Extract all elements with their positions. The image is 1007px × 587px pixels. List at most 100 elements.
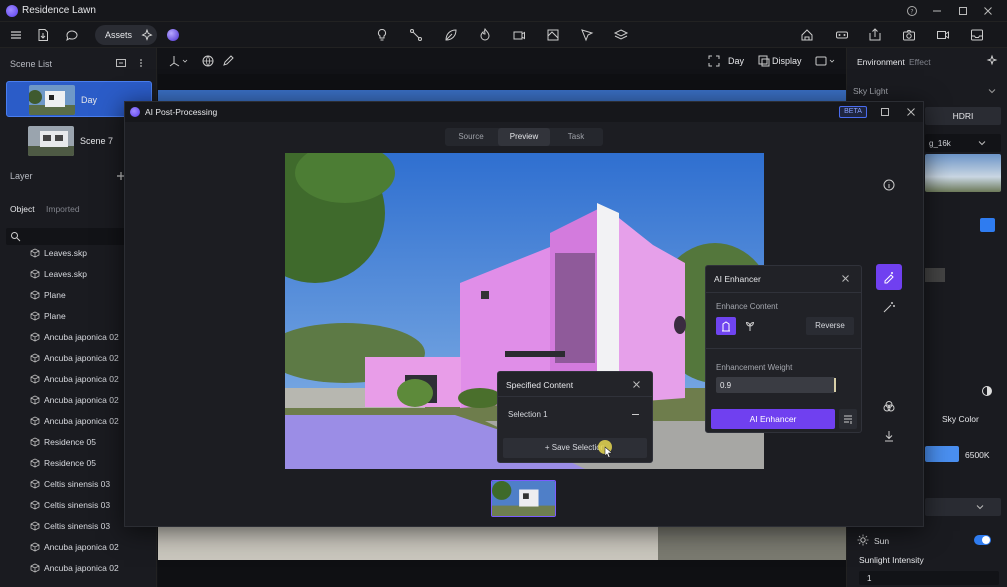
- reverse-button[interactable]: Reverse: [806, 317, 854, 335]
- camera-icon[interactable]: [901, 27, 917, 43]
- texture-icon[interactable]: [545, 27, 561, 43]
- dropdown-select[interactable]: [925, 498, 1001, 516]
- search-icon: [11, 232, 21, 242]
- layers-icon[interactable]: [613, 27, 629, 43]
- hdri-button[interactable]: HDRI: [925, 107, 1001, 125]
- contrast-icon[interactable]: [981, 385, 993, 397]
- chevron-down-icon[interactable]: [987, 86, 997, 96]
- enhancement-weight-slider[interactable]: 0.9: [716, 377, 838, 393]
- tab-environment[interactable]: Environment: [857, 57, 905, 67]
- cube-icon: [30, 479, 40, 489]
- flame-icon[interactable]: [477, 27, 493, 43]
- export-icon[interactable]: [867, 27, 883, 43]
- sun-icon: [857, 534, 869, 546]
- save-selection-button[interactable]: + Save Selection: [503, 438, 647, 458]
- ai-enhancer-tool[interactable]: [876, 264, 902, 290]
- ai-enhancer-button[interactable]: AI Enhancer: [711, 409, 835, 429]
- close-icon[interactable]: [631, 379, 642, 390]
- list-icon: [844, 415, 852, 424]
- sun-toggle[interactable]: [974, 535, 991, 545]
- chevron-down-icon[interactable]: [977, 138, 987, 148]
- cube-icon: [30, 332, 40, 342]
- display-icon[interactable]: [756, 53, 772, 69]
- cube-icon: [30, 374, 40, 384]
- tab-effect[interactable]: Effect: [909, 57, 931, 67]
- enhance-content-label: Enhance Content: [716, 302, 778, 311]
- cube-icon: [30, 290, 40, 300]
- day-label[interactable]: Day: [728, 56, 744, 66]
- globe-icon[interactable]: [200, 53, 216, 69]
- help-icon[interactable]: ?: [904, 3, 920, 19]
- camera-move-icon[interactable]: [511, 27, 527, 43]
- scene-label: Day: [81, 95, 98, 105]
- beta-badge: BETA: [839, 106, 867, 118]
- light-bulb-icon[interactable]: [374, 27, 390, 43]
- blend-icon[interactable]: [882, 400, 896, 414]
- tab-object[interactable]: Object: [10, 204, 35, 214]
- layer-label: Celtis sinensis 03: [44, 479, 111, 489]
- main-toolbar: Assets: [0, 22, 1007, 48]
- result-thumbnail[interactable]: [491, 480, 556, 517]
- assets-button[interactable]: Assets: [105, 30, 132, 40]
- sunlight-intensity-slider[interactable]: 1: [859, 571, 999, 585]
- sky-color-label: Sky Color: [942, 414, 979, 424]
- view-options-icon[interactable]: [814, 53, 836, 69]
- building-content-option[interactable]: [716, 317, 736, 335]
- slider-handle[interactable]: [834, 378, 836, 392]
- maximize-icon[interactable]: [955, 3, 971, 19]
- inbox-icon[interactable]: [969, 27, 985, 43]
- collapse-icon[interactable]: [630, 409, 641, 420]
- chevron-down-icon[interactable]: [975, 502, 985, 512]
- close-icon[interactable]: [905, 106, 917, 118]
- add-scene-icon[interactable]: [115, 57, 127, 69]
- sky-color-swatch[interactable]: [925, 446, 959, 462]
- cube-icon: [30, 542, 40, 552]
- frame-icon[interactable]: [706, 53, 722, 69]
- cube-icon: [30, 353, 40, 363]
- leaf-icon[interactable]: [443, 27, 459, 43]
- selection-item[interactable]: Selection 1: [508, 410, 548, 419]
- toggle-button[interactable]: [980, 218, 995, 232]
- tab-imported[interactable]: Imported: [46, 204, 80, 214]
- vr-headset-icon[interactable]: [834, 27, 850, 43]
- eyedropper-icon[interactable]: [220, 53, 236, 69]
- video-icon[interactable]: [935, 27, 951, 43]
- place-marker-icon[interactable]: [579, 27, 595, 43]
- layer-label: Plane: [44, 290, 66, 300]
- hdri-file-select[interactable]: g_16k: [925, 134, 1001, 152]
- import-file-icon[interactable]: [35, 27, 51, 43]
- enhancement-weight-label: Enhancement Weight: [716, 363, 793, 372]
- magic-pen-icon: [884, 272, 894, 284]
- maximize-icon[interactable]: [879, 106, 891, 118]
- layer-row[interactable]: Ancuba japonica 02: [0, 558, 157, 579]
- magic-wand-icon[interactable]: [882, 300, 896, 314]
- render-icon[interactable]: [799, 27, 815, 43]
- menu-icon[interactable]: [8, 27, 24, 43]
- layer-row[interactable]: Ancuba japonica 02: [0, 537, 157, 558]
- slider-track[interactable]: [925, 268, 945, 282]
- tab-preview[interactable]: Preview: [498, 128, 550, 146]
- divider: [498, 396, 652, 397]
- ai-sparkle-icon[interactable]: [139, 27, 155, 43]
- more-options-icon[interactable]: [136, 57, 146, 69]
- tab-source[interactable]: Source: [445, 128, 497, 146]
- plant-content-option[interactable]: [740, 317, 760, 335]
- close-icon[interactable]: [980, 3, 996, 19]
- layer-title: Layer: [10, 171, 33, 181]
- display-label[interactable]: Display: [772, 56, 802, 66]
- sun-label: Sun: [874, 536, 890, 546]
- tab-task[interactable]: Task: [550, 128, 602, 146]
- task-list-button[interactable]: [839, 409, 857, 429]
- comment-icon[interactable]: [64, 27, 80, 43]
- layer-label: Ancuba japonica 02: [44, 416, 119, 426]
- mouse-pointer-icon: [604, 446, 613, 458]
- ai-orb-icon[interactable]: [167, 29, 179, 41]
- ai-sparkle-icon[interactable]: [985, 54, 999, 68]
- info-icon[interactable]: [882, 178, 896, 192]
- minimize-icon[interactable]: [929, 3, 945, 19]
- svg-text:?: ?: [910, 9, 913, 16]
- download-icon[interactable]: [882, 429, 896, 443]
- close-icon[interactable]: [840, 273, 851, 284]
- axis-gizmo-icon[interactable]: [168, 53, 188, 69]
- path-node-icon[interactable]: [408, 27, 424, 43]
